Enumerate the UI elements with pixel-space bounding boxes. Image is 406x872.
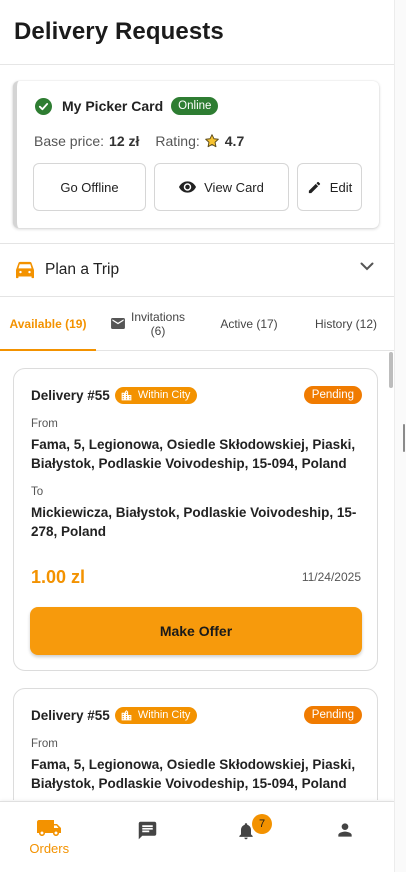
eye-icon xyxy=(179,181,197,193)
pending-badge: Pending xyxy=(303,706,362,724)
tab-active-label: Active (17) xyxy=(220,316,278,331)
from-label: From xyxy=(31,738,58,750)
rating-label: Rating: xyxy=(155,133,200,149)
nav-profile[interactable] xyxy=(296,802,395,872)
delivery-card-header: Delivery #55 Within City Pending xyxy=(31,706,362,724)
nav-orders[interactable]: Orders xyxy=(0,802,99,872)
page-scrollbar[interactable] xyxy=(394,0,406,872)
app-screen: Delivery Requests My Picker Card Online … xyxy=(0,0,394,872)
within-city-badge: Within City xyxy=(114,706,198,724)
car-icon xyxy=(16,261,34,279)
delivery-price: 1.00 zl xyxy=(31,567,86,587)
base-price-value: 12 zł xyxy=(109,133,140,149)
city-icon xyxy=(121,709,132,720)
tab-available[interactable]: Available (19) xyxy=(0,297,96,351)
tab-history-label: History (12) xyxy=(314,316,377,331)
tab-active[interactable]: Active (17) xyxy=(200,297,298,350)
status-badge: Online xyxy=(171,97,219,115)
delivery-card[interactable]: Delivery #55 Within City Pending From Fa… xyxy=(13,688,378,800)
pending-badge: Pending xyxy=(303,386,362,404)
bottom-navigation: Orders 7 xyxy=(0,801,394,872)
edit-button[interactable]: Edit xyxy=(297,163,362,211)
tab-bar: Available (19) Invitations (6) Active (1… xyxy=(0,297,394,351)
delivery-card-header: Delivery #55 Within City Pending xyxy=(31,386,362,404)
truck-icon xyxy=(37,820,62,836)
page-scrollbar-thumb[interactable] xyxy=(403,424,405,452)
picker-card: My Picker Card Online Base price: 12 zł … xyxy=(13,81,379,228)
go-offline-label: Go Offline xyxy=(60,179,119,195)
edit-label: Edit xyxy=(329,179,353,195)
base-price-label: Base price: xyxy=(34,133,105,149)
check-circle-icon xyxy=(35,97,52,115)
view-card-label: View Card xyxy=(204,179,264,195)
from-address: Fama, 5, Legionowa, Osiedle Skłodowskiej… xyxy=(31,437,356,471)
picker-card-header: My Picker Card Online xyxy=(35,97,219,115)
person-icon xyxy=(338,823,352,837)
divider xyxy=(0,64,394,65)
make-offer-label: Make Offer xyxy=(159,623,233,639)
plan-trip-toggle[interactable]: Plan a Trip xyxy=(0,244,394,296)
picker-card-actions: Go Offline View Card Edit xyxy=(33,163,362,211)
picker-card-title: My Picker Card xyxy=(62,98,164,114)
tab-invitations-label: Invitations (6) xyxy=(130,309,186,338)
to-address: Mickiewicza, Białystok, Podlaskie Voivod… xyxy=(31,505,357,539)
within-city-badge: Within City xyxy=(114,386,198,404)
picker-card-info: Base price: 12 zł Rating: 4.7 xyxy=(34,133,244,149)
city-icon xyxy=(121,389,132,400)
delivery-list[interactable]: Delivery #55 Within City Pending From Fa… xyxy=(0,352,394,800)
from-label: From xyxy=(31,418,58,430)
delivery-id: Delivery #55 xyxy=(31,387,110,403)
tab-invitations[interactable]: Invitations (6) xyxy=(96,297,200,350)
delivery-id: Delivery #55 xyxy=(31,707,110,723)
chat-icon xyxy=(139,821,157,840)
delivery-date: 11/24/2025 xyxy=(301,570,361,584)
rating-value: 4.7 xyxy=(224,133,245,149)
nav-messages[interactable] xyxy=(99,802,198,872)
plan-trip-label: Plan a Trip xyxy=(45,261,120,278)
star-icon xyxy=(204,134,219,148)
notification-count-badge: 7 xyxy=(252,814,272,834)
page-title: Delivery Requests xyxy=(14,18,224,45)
go-offline-button[interactable]: Go Offline xyxy=(33,163,146,211)
pencil-icon xyxy=(308,181,320,193)
nav-orders-label: Orders xyxy=(29,841,70,856)
mail-icon xyxy=(111,318,125,329)
nav-notifications[interactable]: 7 xyxy=(197,802,296,872)
from-address: Fama, 5, Legionowa, Osiedle Skłodowskiej… xyxy=(31,757,356,791)
tab-history[interactable]: History (12) xyxy=(298,297,394,350)
view-card-button[interactable]: View Card xyxy=(154,163,289,211)
list-scrollbar[interactable] xyxy=(389,352,393,388)
tab-available-label: Available (19) xyxy=(9,316,87,331)
to-label: To xyxy=(31,486,44,498)
chevron-down-icon xyxy=(360,262,374,271)
delivery-card[interactable]: Delivery #55 Within City Pending From Fa… xyxy=(13,368,378,671)
make-offer-button[interactable]: Make Offer xyxy=(30,607,362,655)
